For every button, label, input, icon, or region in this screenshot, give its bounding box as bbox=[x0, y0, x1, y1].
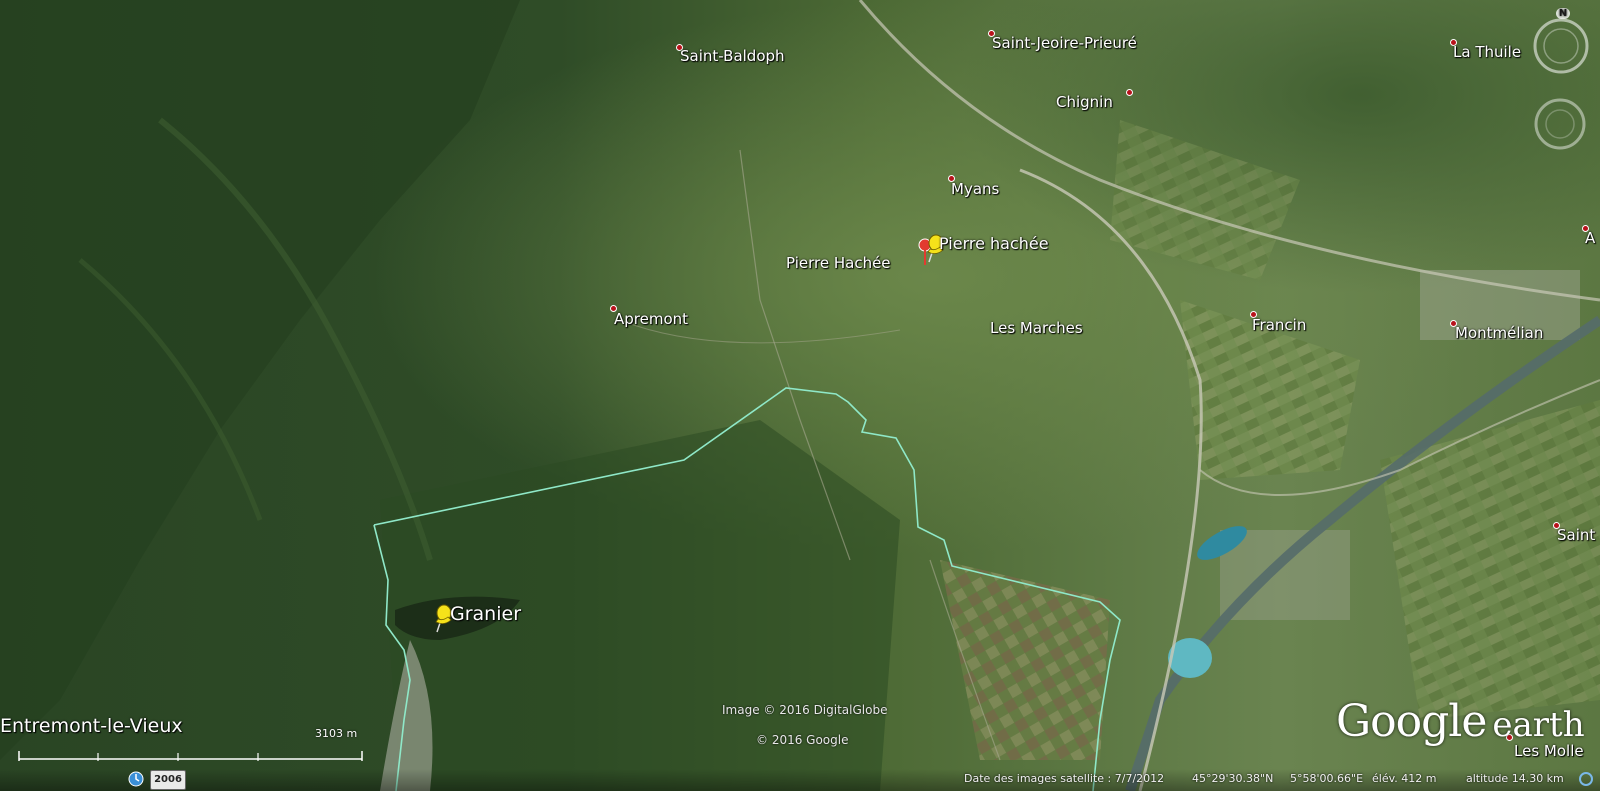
latitude-readout: 45°29'30.38"N bbox=[1192, 772, 1274, 785]
google-earth-logo: Google earth bbox=[1336, 696, 1585, 747]
place-label-a-partial[interactable]: A bbox=[1585, 229, 1595, 247]
place-label-les-marches[interactable]: Les Marches bbox=[990, 319, 1083, 337]
placemark-label-granier[interactable]: Granier bbox=[450, 603, 521, 625]
place-label-pierre-hachee[interactable]: Pierre Hachée bbox=[786, 254, 891, 272]
scale-location-label: Entremont-le-Vieux bbox=[0, 715, 183, 737]
look-joystick-icon[interactable] bbox=[1530, 94, 1590, 154]
place-label-saint-jeoire-prieure[interactable]: Saint-Jeoire-Prieuré bbox=[992, 34, 1137, 52]
streaming-status-icon bbox=[1579, 772, 1593, 786]
scale-bar bbox=[18, 751, 363, 761]
historical-imagery-icon[interactable] bbox=[128, 771, 144, 787]
place-dot[interactable] bbox=[1126, 89, 1133, 96]
place-label-chignin[interactable]: Chignin bbox=[1056, 93, 1113, 111]
imagery-date: Date des images satellite : 7/7/2012 bbox=[964, 772, 1165, 785]
place-label-la-thuile[interactable]: La Thuile bbox=[1453, 43, 1521, 61]
historical-imagery-year[interactable]: 2006 bbox=[150, 770, 186, 790]
longitude-readout: 5°58'00.66"E bbox=[1290, 772, 1364, 785]
place-label-saint-baldoph[interactable]: Saint-Baldoph bbox=[680, 47, 785, 65]
place-label-apremont[interactable]: Apremont bbox=[614, 310, 688, 328]
place-label-montmelian[interactable]: Montmélian bbox=[1455, 324, 1543, 342]
altitude-readout: altitude 14.30 km bbox=[1466, 772, 1564, 785]
satellite-map[interactable] bbox=[0, 0, 1600, 791]
placemark-label-pierre-hachee[interactable]: Pierre hachée bbox=[939, 234, 1049, 253]
scale-distance: 3103 m bbox=[315, 727, 358, 740]
place-label-myans[interactable]: Myans bbox=[951, 180, 999, 198]
compass-north-label: N bbox=[1556, 8, 1570, 19]
elevation-readout: élév. 412 m bbox=[1372, 772, 1437, 785]
place-label-francin[interactable]: Francin bbox=[1252, 316, 1306, 334]
place-label-saint-partial[interactable]: Saint bbox=[1557, 526, 1595, 544]
google-attribution: © 2016 Google bbox=[756, 733, 849, 747]
imagery-attribution: Image © 2016 DigitalGlobe bbox=[722, 703, 888, 717]
